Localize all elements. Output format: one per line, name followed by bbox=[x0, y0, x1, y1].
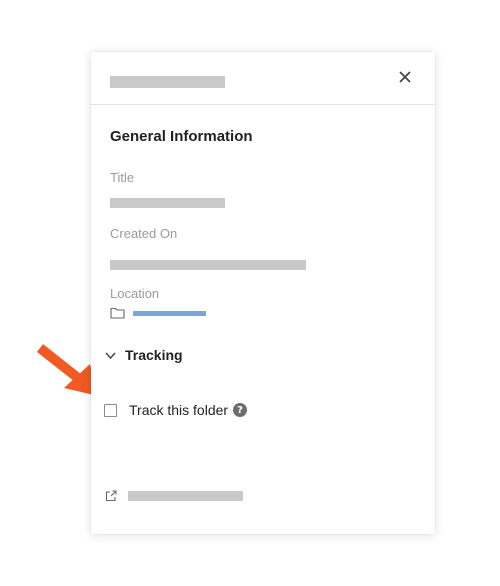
external-link-icon[interactable] bbox=[105, 490, 117, 502]
location-link-placeholder[interactable] bbox=[133, 311, 206, 316]
title-label: Title bbox=[110, 170, 135, 185]
help-icon[interactable]: ? bbox=[233, 403, 248, 417]
track-folder-row: Track this folder ? bbox=[104, 401, 248, 419]
created-on-value-placeholder bbox=[110, 260, 306, 270]
panel-header bbox=[91, 52, 435, 105]
tracking-heading: Tracking bbox=[125, 347, 183, 363]
footer-link-placeholder[interactable] bbox=[128, 491, 243, 501]
close-icon[interactable] bbox=[396, 68, 414, 86]
title-value-placeholder bbox=[110, 198, 225, 208]
tracking-section-toggle[interactable]: Tracking bbox=[104, 344, 183, 366]
panel-title-placeholder bbox=[110, 76, 225, 88]
folder-icon bbox=[110, 307, 125, 319]
details-panel: General Information Title Created On Loc… bbox=[91, 52, 435, 534]
screenshot-stage: General Information Title Created On Loc… bbox=[0, 0, 500, 586]
track-folder-checkbox[interactable] bbox=[104, 403, 117, 417]
created-on-label: Created On bbox=[110, 226, 178, 241]
track-folder-label[interactable]: Track this folder bbox=[129, 402, 228, 418]
general-information-heading: General Information bbox=[110, 128, 253, 145]
location-label: Location bbox=[110, 286, 160, 301]
chevron-down-icon bbox=[105, 351, 116, 359]
